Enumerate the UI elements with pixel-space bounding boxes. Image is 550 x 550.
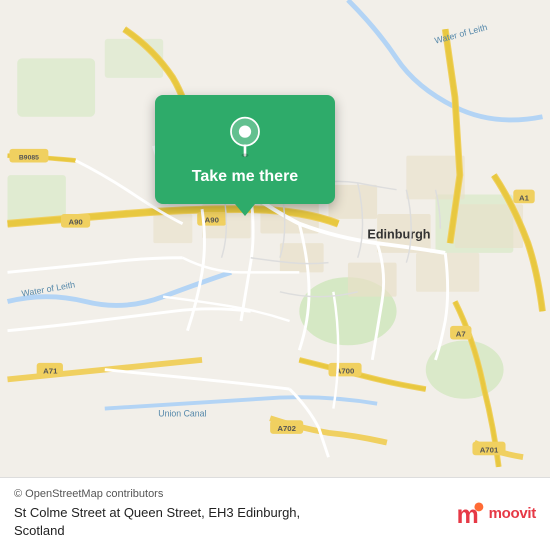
svg-text:A702: A702 — [277, 424, 296, 433]
svg-text:A71: A71 — [43, 367, 58, 376]
address-text: St Colme Street at Queen Street, EH3 Edi… — [14, 505, 300, 538]
svg-text:B9085: B9085 — [19, 155, 39, 162]
osm-credit: © OpenStreetMap contributors — [14, 488, 454, 500]
app: A90 A90 B9085 A1 A7 A700 — [0, 0, 550, 550]
svg-text:Union Canal: Union Canal — [158, 408, 206, 418]
svg-text:A1: A1 — [519, 193, 530, 202]
pin-icon — [224, 115, 266, 157]
svg-text:A90: A90 — [205, 216, 219, 225]
svg-text:A90: A90 — [68, 218, 82, 227]
address-block: © OpenStreetMap contributors St Colme St… — [14, 488, 454, 540]
moovit-logo: m moovit — [454, 498, 536, 530]
take-me-there-label: Take me there — [192, 167, 298, 188]
bottom-bar: © OpenStreetMap contributors St Colme St… — [0, 477, 550, 550]
svg-text:Edinburgh: Edinburgh — [367, 227, 430, 241]
moovit-text: moovit — [489, 505, 536, 522]
svg-text:A701: A701 — [480, 445, 499, 454]
svg-text:A7: A7 — [456, 330, 466, 339]
moovit-m-icon: m — [454, 498, 486, 530]
map-container: A90 A90 B9085 A1 A7 A700 — [0, 0, 550, 477]
map-svg: A90 A90 B9085 A1 A7 A700 — [0, 0, 550, 477]
address-line2: Scotland — [14, 523, 65, 538]
address-line1: St Colme Street at Queen Street, EH3 Edi… — [14, 505, 300, 520]
location-card[interactable]: Take me there — [155, 95, 335, 204]
